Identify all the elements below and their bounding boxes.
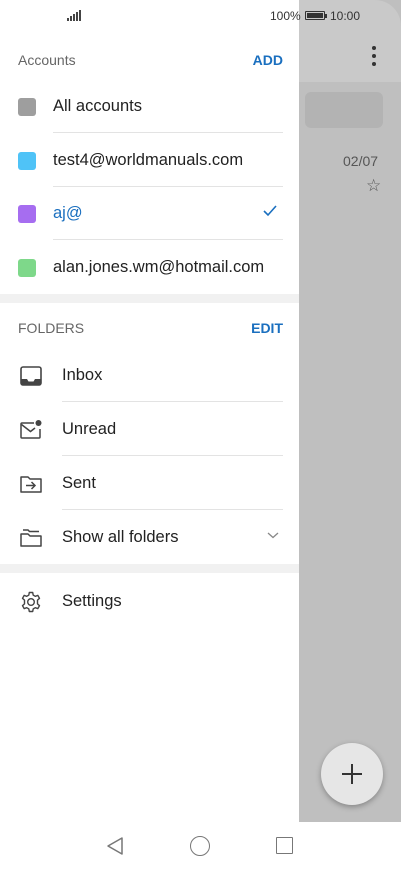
gear-icon xyxy=(21,591,41,613)
account-item-test4[interactable]: test4@worldmanuals.com xyxy=(0,134,299,187)
message-date: 02/07 xyxy=(343,153,379,169)
settings-label: Settings xyxy=(62,592,122,610)
compose-button[interactable] xyxy=(321,743,383,805)
system-navigation-bar xyxy=(0,822,401,870)
account-color-square xyxy=(18,205,36,223)
account-item-hotmail[interactable]: alan.jones.wm@hotmail.com xyxy=(0,241,299,294)
account-item-all[interactable]: All accounts xyxy=(0,80,299,133)
inbox-icon xyxy=(20,366,42,386)
back-icon[interactable] xyxy=(106,836,124,856)
signal-icon xyxy=(67,9,81,21)
folder-label: Show all folders xyxy=(62,528,179,546)
navigation-drawer: Accounts ADD All accounts test4@worldman… xyxy=(0,0,299,822)
sent-folder-icon xyxy=(20,476,42,493)
folder-label: Inbox xyxy=(62,366,103,384)
section-separator xyxy=(0,564,299,573)
clock: 10:00 xyxy=(330,9,361,23)
account-label: aj@ xyxy=(53,204,83,222)
battery-icon xyxy=(305,11,327,20)
more-options-icon[interactable] xyxy=(372,46,376,66)
settings-item[interactable]: Settings xyxy=(0,574,299,628)
home-icon[interactable] xyxy=(190,836,210,856)
folders-header: FOLDERS EDIT xyxy=(0,320,299,350)
folder-item-sent[interactable]: Sent xyxy=(0,456,299,510)
edit-folders-button[interactable]: EDIT xyxy=(251,320,283,336)
chevron-down-icon[interactable] xyxy=(267,529,279,541)
folders-title: FOLDERS xyxy=(18,320,85,336)
folders-icon xyxy=(20,529,42,547)
folder-label: Unread xyxy=(62,420,117,438)
recent-apps-icon[interactable] xyxy=(276,837,293,854)
account-label: test4@worldmanuals.com xyxy=(53,151,244,169)
section-separator xyxy=(0,294,299,303)
account-color-square xyxy=(18,152,36,170)
folder-item-unread[interactable]: Unread xyxy=(0,402,299,456)
add-account-button[interactable]: ADD xyxy=(253,52,283,68)
folder-item-show-all[interactable]: Show all folders xyxy=(0,510,299,564)
folder-item-inbox[interactable]: Inbox xyxy=(0,348,299,402)
star-icon[interactable]: ☆ xyxy=(366,176,381,196)
accounts-title: Accounts xyxy=(18,52,76,68)
plus-icon xyxy=(342,764,362,784)
account-color-square xyxy=(18,259,36,277)
account-color-square xyxy=(18,98,36,116)
status-bar: 100% 10:00 xyxy=(0,0,401,32)
account-label: All accounts xyxy=(53,97,142,115)
divider xyxy=(53,132,283,133)
account-label: alan.jones.wm@hotmail.com xyxy=(53,258,265,276)
accounts-header: Accounts ADD xyxy=(0,52,299,82)
folder-label: Sent xyxy=(62,474,96,492)
battery-percent: 100% xyxy=(270,9,301,23)
background-search-bar[interactable] xyxy=(305,92,383,128)
account-item-aj[interactable]: aj@ xyxy=(0,187,299,240)
checkmark-icon xyxy=(263,205,277,217)
divider xyxy=(53,239,283,240)
unread-mail-icon xyxy=(20,420,42,439)
